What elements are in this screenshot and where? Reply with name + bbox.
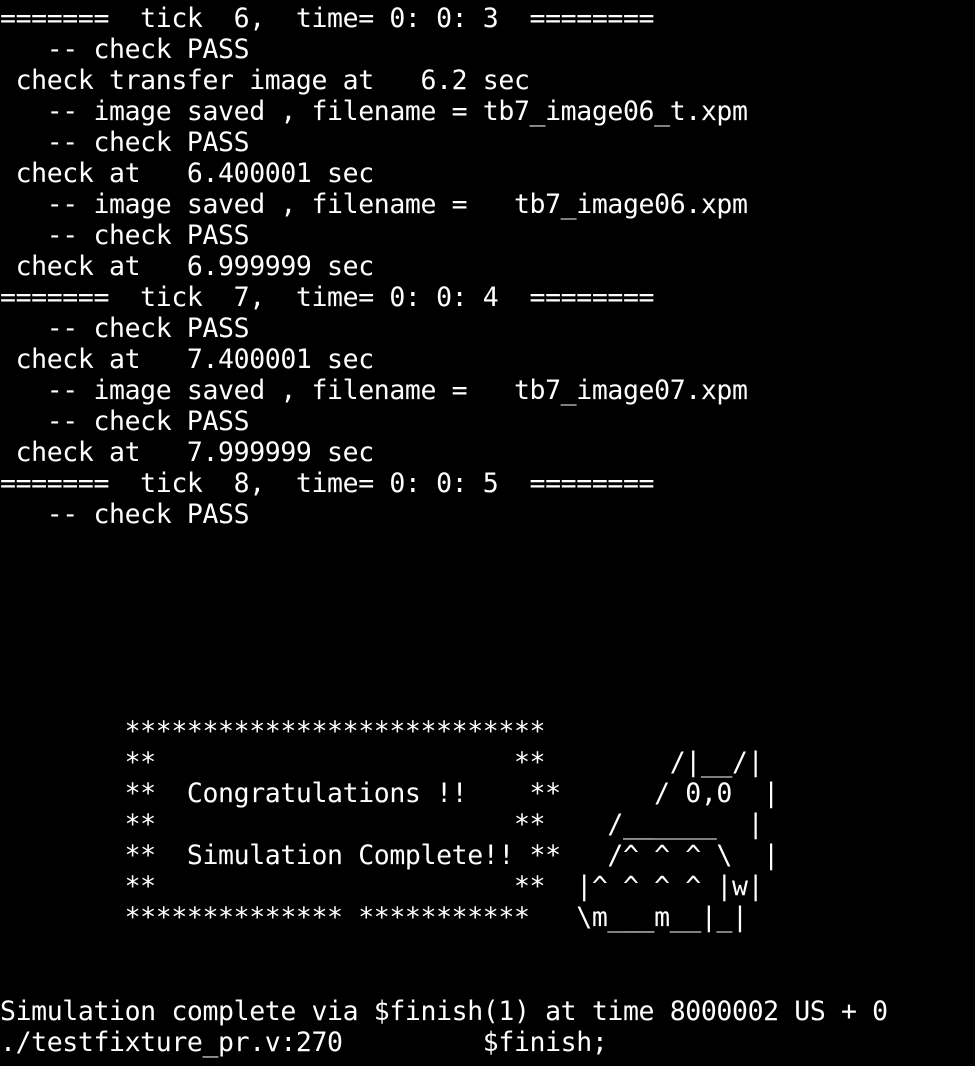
finish-messages: Simulation complete via $finish(1) at ti… xyxy=(0,996,888,1058)
log-line: -- image saved , filename = tb7_image06_… xyxy=(0,96,748,127)
finish-location-line: ./testfixture_pr.v:270 $finish; xyxy=(0,1027,608,1058)
ascii-art-line: ** Congratulations !! ** / 0,0 | xyxy=(0,778,779,809)
ascii-art-line: ** ** /______ | xyxy=(0,809,764,840)
simulation-complete-line: Simulation complete via $finish(1) at ti… xyxy=(0,996,888,1027)
log-line: check at 7.400001 sec xyxy=(0,344,375,375)
terminal-window[interactable]: ======= tick 6, time= 0: 0: 3 ======== -… xyxy=(0,0,975,1066)
ascii-art-line: *************************** xyxy=(0,716,546,747)
ascii-art-line: ** ** |^ ^ ^ ^ |w| xyxy=(0,871,764,902)
log-line: -- check PASS xyxy=(0,406,250,437)
ascii-art-line: ** ** /|__/| xyxy=(0,747,764,778)
tick-6-header: ======= tick 6, time= 0: 0: 3 ======== xyxy=(0,3,655,34)
ascii-art-line: ** Simulation Complete!! ** /^ ^ ^ \ | xyxy=(0,840,779,871)
log-line: -- check PASS xyxy=(0,313,250,344)
log-line: -- image saved , filename = tb7_image07.… xyxy=(0,375,748,406)
log-line: check transfer image at 6.2 sec xyxy=(0,65,530,96)
log-line: -- check PASS xyxy=(0,499,250,530)
log-line: -- check PASS xyxy=(0,220,250,251)
log-line: -- check PASS xyxy=(0,34,250,65)
log-line: check at 7.999999 sec xyxy=(0,437,375,468)
tick-7-header: ======= tick 7, time= 0: 0: 4 ======== xyxy=(0,282,655,313)
log-line: -- check PASS xyxy=(0,127,250,158)
simulation-log: ======= tick 6, time= 0: 0: 3 ======== -… xyxy=(0,3,748,530)
log-line: check at 6.400001 sec xyxy=(0,158,375,189)
congratulations-ascii-art: *************************** ** ** /|__/|… xyxy=(0,716,779,933)
ascii-art-line: ************** *********** \m___m__|_| xyxy=(0,902,748,933)
log-line: -- image saved , filename = tb7_image06.… xyxy=(0,189,748,220)
tick-8-header: ======= tick 8, time= 0: 0: 5 ======== xyxy=(0,468,655,499)
log-line: check at 6.999999 sec xyxy=(0,251,375,282)
